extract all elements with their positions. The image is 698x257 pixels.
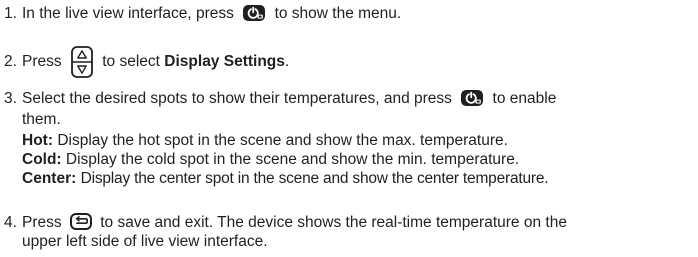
step-body: Select the desired spots to show their t…	[22, 89, 698, 188]
step-number: 3.	[4, 90, 17, 107]
step-line: them.	[22, 110, 698, 129]
step-number: 2.	[4, 53, 17, 70]
detail-description: Display the center spot in the scene and…	[80, 170, 549, 187]
step-text: In the live view interface, press	[22, 5, 234, 22]
step-text: Press	[22, 214, 62, 231]
step-body: Press to select Display Settings.	[22, 46, 698, 78]
step-text: Press	[22, 53, 62, 71]
detail-cold: Cold: Display the cold spot in the scene…	[22, 150, 698, 169]
step-text: them.	[22, 111, 61, 128]
step-text: .	[284, 53, 290, 71]
menu-term: Display Settings	[164, 53, 285, 71]
step-body: In the live view interface, press to sho…	[22, 4, 698, 23]
detail-term: Hot:	[22, 132, 53, 149]
step-body: Press to save and exit. The device shows…	[22, 213, 698, 251]
detail-term: Center:	[22, 170, 77, 187]
step-line: In the live view interface, press to sho…	[22, 4, 698, 23]
up-down-navigation-icon	[70, 46, 94, 78]
detail-description: Display the hot spot in the scene and sh…	[57, 132, 508, 149]
power-menu-icon	[242, 4, 266, 22]
back-icon	[69, 213, 92, 231]
step-line: Press to select Display Settings.	[22, 46, 698, 78]
step-text: to select	[102, 53, 160, 71]
step-number: 1.	[4, 5, 17, 22]
detail-description: Display the cold spot in the scene and s…	[65, 151, 520, 168]
step-number: 4.	[4, 214, 17, 231]
step-line: Select the desired spots to show their t…	[22, 89, 698, 108]
step-line: Press to save and exit. The device shows…	[22, 213, 698, 232]
step-text: to show the menu.	[274, 5, 402, 22]
detail-term: Cold:	[22, 151, 62, 168]
step-text: to enable	[492, 90, 557, 107]
step-line: upper left side of live view interface.	[22, 232, 698, 251]
step-text: upper left side of live view interface.	[22, 233, 268, 250]
detail-hot: Hot: Display the hot spot in the scene a…	[22, 131, 698, 150]
detail-center: Center: Display the center spot in the s…	[22, 169, 698, 188]
instruction-list: 1. In the live view interface, press to …	[0, 0, 698, 257]
power-menu-icon	[460, 89, 484, 107]
step-text: to save and exit. The device shows the r…	[100, 214, 567, 231]
step-text: Select the desired spots to show their t…	[22, 90, 452, 107]
